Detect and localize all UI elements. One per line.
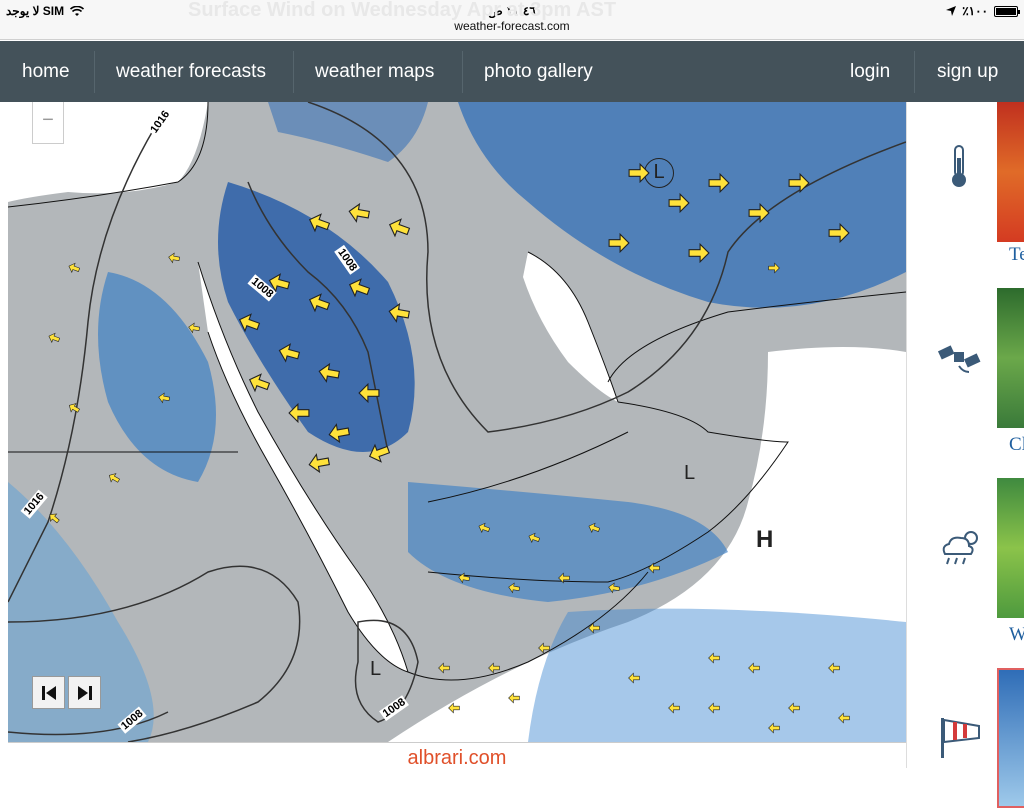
thermometer-icon[interactable] (935, 142, 983, 190)
wind-arrow-icon (508, 692, 520, 704)
battery-icon (994, 5, 1020, 17)
main-nav: home weather forecasts weather maps phot… (0, 41, 1024, 102)
wind-arrow-icon (558, 572, 570, 584)
wind-arrow-icon (668, 702, 680, 714)
wind-arrow-icon (167, 251, 181, 265)
wind-arrow-icon (358, 382, 380, 404)
nav-weather-maps[interactable]: weather maps (293, 41, 456, 102)
url-text[interactable]: weather-forecast.com (0, 19, 1024, 33)
zoom-out-button[interactable]: − (32, 102, 64, 144)
weather-thumbnail[interactable] (997, 478, 1024, 618)
watermark-caption: albrari.com (8, 742, 906, 769)
wind-arrow-icon (588, 622, 600, 634)
nav-sign-up[interactable]: sign up (915, 41, 1020, 102)
low-pressure-marker: L (684, 462, 696, 484)
wind-arrow-icon (346, 200, 371, 225)
wind-arrow-icon (538, 642, 550, 654)
wind-arrow-icon (608, 232, 630, 254)
map-type-sidebar: Te Cl W (906, 102, 1024, 808)
wind-arrow-icon (748, 662, 760, 674)
location-arrow-icon (946, 6, 957, 16)
wind-map[interactable]: 1016 1008 1008 1016 1008 1008 L L L H (8, 102, 906, 742)
map-playback-controls (32, 676, 101, 709)
cloud-thumbnail[interactable] (997, 288, 1024, 428)
low-pressure-marker: L (370, 658, 382, 680)
skip-back-icon (41, 685, 56, 700)
wind-arrow-icon (788, 172, 810, 194)
cloud-rain-icon[interactable] (935, 522, 983, 570)
skip-forward-icon (77, 685, 92, 700)
wind-arrow-icon (157, 391, 171, 405)
wind-arrow-icon (306, 450, 331, 475)
high-pressure-marker: H (756, 526, 774, 553)
temperature-thumbnail[interactable] (997, 102, 1024, 242)
wind-arrow-icon (386, 300, 411, 325)
wind-arrow-icon (768, 262, 780, 274)
sidebar-label[interactable]: Te (1009, 244, 1024, 266)
wind-arrow-icon (288, 402, 310, 424)
address-bar[interactable]: Surface Wind on Wednesday Apr at 3pm AST… (0, 0, 1024, 40)
wind-arrow-icon (607, 581, 621, 595)
wind-arrow-icon (326, 420, 351, 445)
satellite-icon[interactable] (935, 332, 983, 380)
nav-photo-gallery[interactable]: photo gallery (462, 41, 615, 102)
wind-arrow-icon (648, 562, 660, 574)
wind-arrow-icon (748, 202, 770, 224)
nav-home[interactable]: home (0, 41, 92, 102)
wind-arrow-icon (708, 172, 730, 194)
wind-arrow-icon (448, 702, 460, 714)
wind-arrow-icon (507, 581, 521, 595)
sidebar-label[interactable]: Cl (1009, 434, 1024, 456)
nav-login[interactable]: login (828, 41, 912, 102)
wind-arrow-icon (688, 242, 710, 264)
wind-arrow-icon (316, 360, 341, 385)
wind-arrow-icon (838, 712, 850, 724)
wind-arrow-icon (187, 321, 201, 335)
wind-arrow-icon (708, 652, 720, 664)
wind-arrow-icon (488, 662, 500, 674)
wind-arrow-icon (438, 662, 450, 674)
wind-arrow-icon (668, 192, 690, 214)
windsock-icon[interactable] (935, 712, 983, 760)
wind-arrow-icon (457, 571, 471, 585)
skip-forward-button[interactable] (68, 676, 101, 709)
wind-arrow-icon (628, 162, 650, 184)
wind-arrow-icon (628, 672, 640, 684)
sidebar-label[interactable]: W (1009, 624, 1024, 646)
wind-arrow-icon (768, 722, 780, 734)
wind-arrow-icon (828, 222, 850, 244)
wind-arrow-icon (828, 662, 840, 674)
wind-thumbnail[interactable] (997, 668, 1024, 808)
nav-weather-forecasts[interactable]: weather forecasts (94, 41, 288, 102)
battery-percent: ٪١٠٠ (962, 4, 988, 18)
wind-arrow-icon (708, 702, 720, 714)
wind-arrow-icon (788, 702, 800, 714)
skip-back-button[interactable] (32, 676, 65, 709)
status-right: ٪١٠٠ (946, 4, 1020, 18)
map-canvas (8, 102, 906, 742)
